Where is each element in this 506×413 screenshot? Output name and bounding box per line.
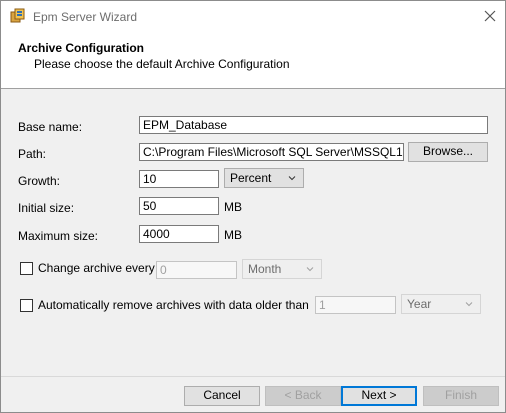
- chevron-down-icon: [465, 302, 473, 307]
- change-archive-unit-value: Month: [248, 262, 282, 276]
- chevron-down-icon: [288, 176, 296, 181]
- change-archive-checkbox[interactable]: [20, 262, 33, 275]
- initial-size-label: Initial size:: [18, 201, 75, 215]
- maximum-size-unit: MB: [224, 228, 242, 242]
- growth-label: Growth:: [18, 174, 61, 188]
- finish-button[interactable]: Finish: [423, 386, 499, 406]
- auto-remove-unit-value: Year: [407, 297, 432, 311]
- footer-divider: [1, 376, 505, 377]
- path-input[interactable]: C:\Program Files\Microsoft SQL Server\MS…: [139, 143, 404, 161]
- chevron-down-icon: [306, 267, 314, 272]
- title-bar: Epm Server Wizard: [1, 1, 505, 32]
- next-button[interactable]: Next >: [341, 386, 417, 406]
- page-title: Archive Configuration: [18, 41, 145, 55]
- close-icon: [484, 10, 496, 22]
- browse-button[interactable]: Browse...: [408, 142, 488, 162]
- growth-input[interactable]: 10: [139, 170, 219, 188]
- wizard-window: Epm Server Wizard Archive Configuration …: [0, 0, 506, 413]
- base-name-input[interactable]: EPM_Database: [139, 116, 488, 134]
- app-icon: [10, 8, 26, 24]
- cancel-button[interactable]: Cancel: [184, 386, 260, 406]
- initial-size-unit: MB: [224, 200, 242, 214]
- change-archive-label: Change archive every: [38, 261, 155, 275]
- auto-remove-checkbox[interactable]: [20, 299, 33, 312]
- initial-size-input[interactable]: 50: [139, 197, 219, 215]
- maximum-size-label: Maximum size:: [18, 229, 99, 243]
- wizard-header: Archive Configuration Please choose the …: [1, 32, 505, 89]
- page-subtitle: Please choose the default Archive Config…: [34, 57, 290, 71]
- auto-remove-unit-select[interactable]: Year: [401, 294, 481, 314]
- back-button[interactable]: < Back: [265, 386, 341, 406]
- close-button[interactable]: [477, 4, 503, 28]
- change-archive-unit-select[interactable]: Month: [242, 259, 322, 279]
- base-name-label: Base name:: [18, 120, 83, 134]
- change-archive-input[interactable]: 0: [156, 261, 237, 279]
- maximum-size-input[interactable]: 4000: [139, 225, 219, 243]
- auto-remove-input[interactable]: 1: [315, 296, 396, 314]
- growth-unit-select[interactable]: Percent: [224, 168, 304, 188]
- auto-remove-label: Automatically remove archives with data …: [38, 298, 309, 312]
- path-label: Path:: [18, 147, 47, 161]
- growth-unit-value: Percent: [230, 171, 272, 185]
- window-title: Epm Server Wizard: [33, 10, 138, 24]
